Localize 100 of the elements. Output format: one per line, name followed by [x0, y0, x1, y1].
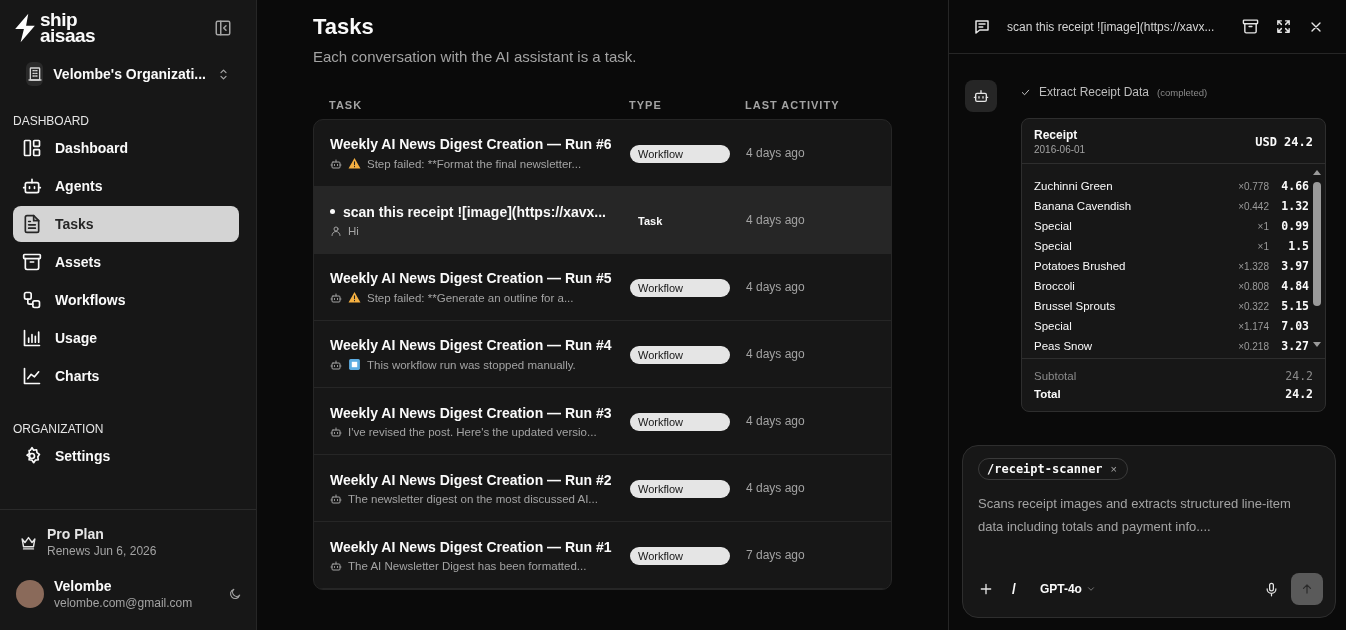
robot-icon	[330, 157, 342, 170]
item-price: 1.5	[1287, 239, 1309, 253]
send-button[interactable]	[1291, 573, 1323, 605]
chat-icon	[973, 17, 991, 36]
archive-icon[interactable]	[1242, 18, 1259, 35]
nav-item[interactable]: Dashboard	[13, 130, 239, 166]
sidebar-collapse-icon[interactable]	[214, 19, 232, 37]
user-email: velombe.com@gmail.com	[54, 596, 194, 610]
microphone-icon[interactable]	[1264, 581, 1279, 597]
building-icon	[26, 66, 43, 82]
plus-icon[interactable]	[978, 581, 994, 597]
user-name: Velombe	[54, 578, 113, 594]
remove-command-button[interactable]: ×	[1110, 463, 1118, 475]
nav-item[interactable]: Usage	[13, 320, 239, 356]
slash-command-button[interactable]: /	[1012, 581, 1016, 597]
bar-chart-icon	[22, 328, 42, 348]
item-price: 1.32	[1280, 199, 1309, 213]
column-header: TASK	[329, 99, 364, 111]
type-label: Workflow	[630, 412, 730, 431]
lightning-bolt-icon	[13, 12, 37, 44]
item-name: Broccoli	[1034, 280, 1076, 292]
robot-icon	[973, 88, 989, 104]
task-preview: Step failed: **Format the final newsletter...	[367, 157, 582, 170]
plan-name: Pro Plan	[47, 526, 105, 542]
item-quantity: ×1.328	[1238, 260, 1269, 272]
task-title: Weekly AI News Digest Creation — Run #2	[330, 471, 612, 488]
command-description: Scans receipt images and extracts structured line-item data including totals and payment info....	[978, 495, 1292, 536]
task-row[interactable]: Weekly AI News Digest Creation — Run #2 The newsletter digest on the most discussed AI... Workflow 4 days ago	[314, 455, 891, 522]
column-header: TYPE	[629, 99, 663, 111]
last-activity: 4 days ago	[746, 347, 805, 361]
stop-square-icon	[348, 358, 361, 371]
last-activity: 4 days ago	[746, 213, 805, 227]
connected-squares-icon	[22, 290, 42, 310]
type-label: Workflow	[630, 345, 730, 364]
total-value: 24.2	[1285, 387, 1313, 401]
item-price: 7.03	[1280, 319, 1309, 333]
nav-item[interactable]: Assets	[13, 244, 239, 280]
receipt-title: Receipt	[1034, 128, 1079, 142]
task-preview: Step failed: **Generate an outline for a...	[367, 291, 574, 304]
nav-item[interactable]: Agents	[13, 168, 239, 204]
nav-item[interactable]: Tasks	[13, 206, 239, 242]
command-name: /receipt-scanner	[987, 462, 1103, 476]
chat-title: scan this receipt ![image](https://xavx...	[1007, 19, 1216, 34]
robot-icon	[330, 291, 342, 304]
last-activity: 4 days ago	[746, 280, 805, 294]
person-icon	[330, 224, 342, 237]
item-quantity: ×1	[1257, 240, 1269, 252]
task-title: Weekly AI News Digest Creation — Run #5	[330, 270, 612, 286]
chevron-down-icon	[1085, 584, 1096, 594]
item-name: Banana Cavendish	[1034, 200, 1133, 212]
item-name: Peas Snow	[1034, 340, 1094, 352]
item-quantity: ×1	[1257, 220, 1269, 232]
nav-item[interactable]: Workflows	[13, 282, 239, 318]
expand-icon[interactable]	[1275, 18, 1292, 35]
item-price: 4.66	[1280, 179, 1309, 193]
task-preview: The AI Newsletter Digest has been formatted...	[348, 559, 587, 572]
task-title: scan this receipt ![image](https://xavx...	[343, 203, 606, 220]
item-name: Special	[1034, 320, 1073, 332]
item-quantity: ×1.174	[1238, 320, 1269, 332]
warning-triangle-icon	[348, 157, 361, 170]
item-quantity: ×0.218	[1238, 340, 1269, 352]
task-preview: Hi	[348, 224, 359, 237]
task-row[interactable]: Weekly AI News Digest Creation — Run #4 This workflow run was stopped manually. Workflow 4 days ago	[314, 321, 891, 388]
line-chart-icon	[22, 366, 42, 386]
item-quantity: ×0.322	[1238, 300, 1269, 312]
item-price: 3.97	[1280, 259, 1309, 273]
task-title: Weekly AI News Digest Creation — Run #6	[330, 136, 612, 152]
receipt-date: 2016-06-01	[1034, 144, 1086, 155]
task-title: Weekly AI News Digest Creation — Run #4	[330, 337, 612, 353]
last-activity: 7 days ago	[746, 548, 805, 562]
moon-icon[interactable]	[228, 587, 242, 601]
section-label: DASHBOARD	[13, 114, 90, 128]
task-row[interactable]: scan this receipt ![image](https://xavx... Hi Task 4 days ago	[314, 187, 891, 254]
task-title: Weekly AI News Digest Creation — Run #3	[330, 404, 612, 421]
item-name: Zuchinni Green	[1034, 180, 1114, 192]
item-price: 0.99	[1280, 219, 1309, 233]
item-name: Special	[1034, 240, 1073, 252]
task-row[interactable]: Weekly AI News Digest Creation — Run #3 I've revised the post. Here's the updated versio... Workflow 4 days ago	[314, 388, 891, 455]
page-title: Tasks	[313, 14, 375, 40]
item-name: Potatoes Brushed	[1034, 260, 1127, 272]
subtotal-label: Subtotal	[1034, 370, 1077, 382]
task-row[interactable]: Weekly AI News Digest Creation — Run #1 The AI Newsletter Digest has been formatted... Workflow 7 days ago	[314, 522, 891, 589]
arrow-up-icon	[1300, 582, 1314, 596]
organization-switcher[interactable]: Velombe's Organizati...	[26, 62, 231, 86]
model-selector[interactable]: GPT-4o	[1039, 582, 1096, 596]
nav-item[interactable]: Settings	[13, 438, 239, 474]
nav-item[interactable]: Charts	[13, 358, 239, 394]
section-label: ORGANIZATION	[13, 422, 105, 436]
last-activity: 4 days ago	[746, 414, 805, 428]
task-preview: I've revised the post. Here's the updated versio...	[348, 425, 597, 438]
task-row[interactable]: Weekly AI News Digest Creation — Run #5 Step failed: **Generate an outline for a... Workflow 4 days ago	[314, 254, 891, 321]
task-title: Weekly AI News Digest Creation — Run #1	[330, 538, 612, 555]
dashboard-layout-icon	[22, 138, 42, 158]
message-composer[interactable]: /receipt-scanner × Scans receipt images and extracts structured line-item data including totals and payment info.... / GPT-4o	[962, 445, 1336, 618]
plan-renewal: Renews Jun 6, 2026	[47, 544, 157, 558]
item-price: 3.27	[1280, 339, 1309, 353]
type-label: Task	[637, 215, 663, 227]
robot-icon	[22, 176, 42, 196]
archive-box-icon	[22, 252, 42, 272]
robot-icon	[330, 492, 342, 505]
